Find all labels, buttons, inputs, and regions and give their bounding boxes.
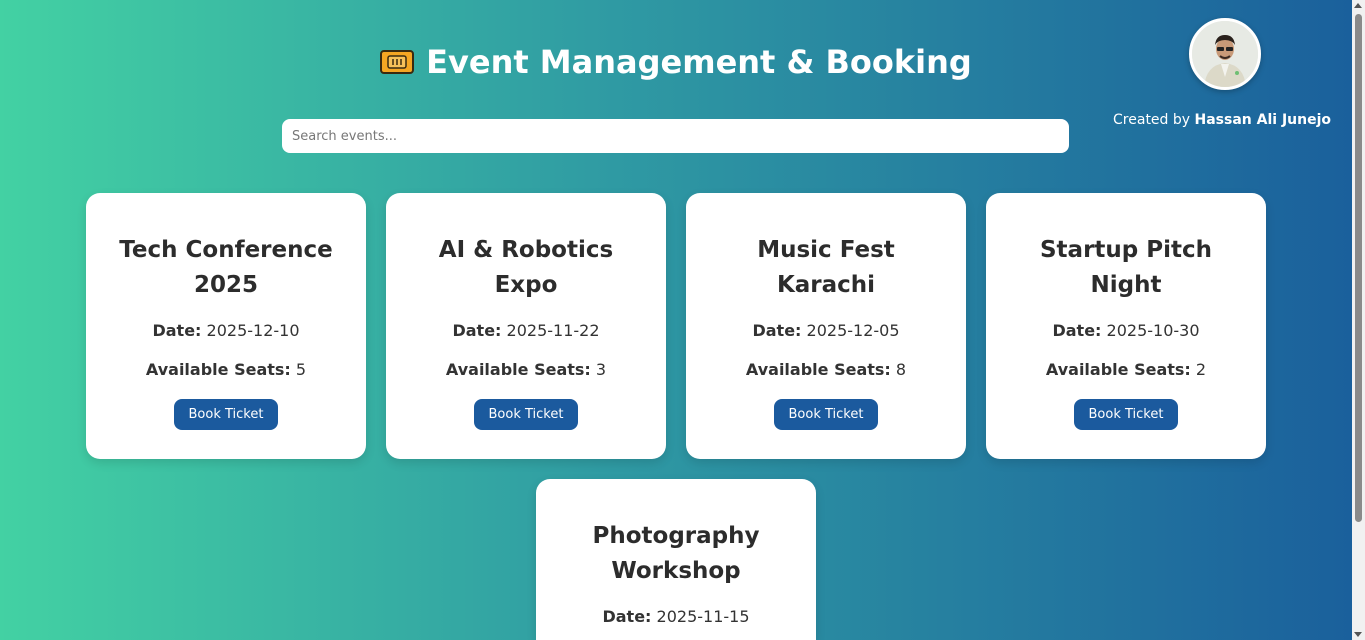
- avatar: [1189, 18, 1261, 90]
- event-seats: Available Seats: 3: [410, 360, 642, 379]
- page-title-text: Event Management & Booking: [426, 43, 972, 81]
- creator-credit: Created by Hassan Ali Junejo: [1105, 112, 1345, 128]
- event-date: Date: 2025-11-22: [410, 321, 642, 340]
- date-label: Date:: [752, 321, 802, 340]
- avatar-image: [1192, 21, 1258, 87]
- seats-label: Available Seats:: [745, 360, 891, 379]
- event-seats: Available Seats: 2: [1010, 360, 1242, 379]
- book-ticket-button[interactable]: Book Ticket: [773, 399, 879, 430]
- event-date: Date: 2025-12-05: [710, 321, 942, 340]
- search-input[interactable]: [282, 119, 1069, 153]
- ticket-icon: [380, 50, 415, 74]
- event-date: Date: 2025-11-15: [560, 607, 792, 626]
- page-scrollbar[interactable]: [1352, 0, 1365, 640]
- scrollbar-thumb[interactable]: [1355, 14, 1362, 522]
- seats-label: Available Seats:: [1045, 360, 1191, 379]
- search-bar: [282, 119, 1069, 153]
- event-title: Startup Pitch Night: [1039, 237, 1212, 298]
- event-seats: Available Seats: 8: [710, 360, 942, 379]
- seats-value: 5: [295, 360, 307, 379]
- event-seats: Available Seats: 5: [110, 360, 342, 379]
- event-card: Startup Pitch Night Date: 2025-10-30 Ava…: [986, 193, 1266, 459]
- event-card: Photography Workshop Date: 2025-11-15: [536, 479, 816, 640]
- seats-value: 3: [595, 360, 607, 379]
- event-date: Date: 2025-12-10: [110, 321, 342, 340]
- book-ticket-button[interactable]: Book Ticket: [473, 399, 579, 430]
- seats-value: 8: [895, 360, 907, 379]
- book-ticket-button[interactable]: Book Ticket: [173, 399, 279, 430]
- date-value: 2025-12-10: [206, 321, 300, 340]
- scroll-down-arrow-icon[interactable]: [1354, 632, 1362, 637]
- date-value: 2025-10-30: [1106, 321, 1200, 340]
- creator-block: Created by Hassan Ali Junejo: [1105, 18, 1345, 128]
- creator-name: Hassan Ali Junejo: [1194, 112, 1331, 128]
- event-title: Music Fest Karachi: [757, 237, 895, 298]
- book-ticket-button[interactable]: Book Ticket: [1073, 399, 1179, 430]
- date-value: 2025-12-05: [806, 321, 900, 340]
- page-title: Event Management & Booking: [380, 40, 972, 84]
- scroll-up-arrow-icon[interactable]: [1354, 3, 1362, 8]
- date-value: 2025-11-22: [506, 321, 600, 340]
- date-label: Date:: [1052, 321, 1102, 340]
- event-card: Music Fest Karachi Date: 2025-12-05 Avai…: [686, 193, 966, 459]
- event-card: AI & Robotics Expo Date: 2025-11-22 Avai…: [386, 193, 666, 459]
- event-title: Tech Conference 2025: [119, 237, 333, 298]
- event-title: AI & Robotics Expo: [438, 237, 614, 298]
- date-label: Date:: [152, 321, 202, 340]
- date-label: Date:: [602, 607, 652, 626]
- seats-label: Available Seats:: [145, 360, 291, 379]
- date-label: Date:: [452, 321, 502, 340]
- event-card: Tech Conference 2025 Date: 2025-12-10 Av…: [86, 193, 366, 459]
- event-title: Photography Workshop: [592, 523, 760, 584]
- creator-prefix: Created by: [1113, 112, 1191, 128]
- date-value: 2025-11-15: [656, 607, 750, 626]
- seats-label: Available Seats:: [445, 360, 591, 379]
- event-date: Date: 2025-10-30: [1010, 321, 1242, 340]
- seats-value: 2: [1195, 360, 1207, 379]
